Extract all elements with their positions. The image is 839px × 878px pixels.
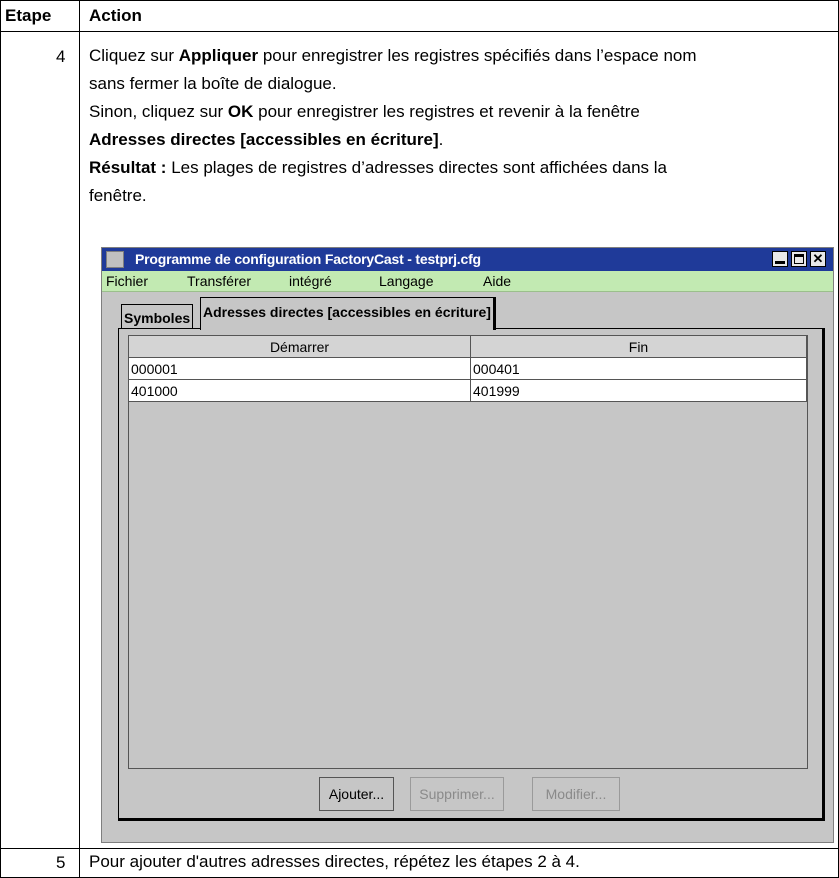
add-button[interactable]: Ajouter...: [319, 777, 394, 811]
text: Cliquez sur: [89, 46, 179, 65]
step-4-line-1: Cliquez sur Appliquer pour enregistrer l…: [89, 42, 829, 70]
table-header-divider: [0, 31, 839, 32]
title-bar: Programme de configuration FactoryCast -…: [102, 248, 833, 271]
table-border-top: [0, 0, 839, 1]
step-number: 5: [56, 853, 66, 872]
column-header-fin[interactable]: Fin: [471, 336, 807, 358]
text: .: [438, 130, 444, 149]
delete-button[interactable]: Supprimer...: [410, 777, 504, 811]
step-4-line-3: Sinon, cliquez sur OK pour enregistrer l…: [89, 98, 829, 126]
menu-aide[interactable]: Aide: [483, 272, 511, 290]
step-4-line-4: Adresses directes [accessibles en écritu…: [89, 126, 829, 154]
menu-bar: Fichier Transférer intégré Langage Aide: [102, 271, 833, 292]
steps-table: Etape Action 4 Cliquez sur Appliquer pou…: [0, 0, 839, 878]
bold-text: Résultat :: [89, 158, 167, 177]
text: pour enregistrer les registres et reveni…: [253, 102, 640, 121]
minimize-icon[interactable]: [772, 251, 788, 267]
app-icon: [106, 251, 124, 268]
table-cell[interactable]: 000401: [471, 358, 807, 380]
bold-text: Appliquer: [178, 46, 259, 65]
config-dialog-window: Programme de configuration FactoryCast -…: [101, 247, 834, 843]
step-5-text: Pour ajouter d'autres adresses directes,…: [89, 852, 580, 871]
tab-panel: Démarrer Fin 000001 000401 401000 401999…: [118, 328, 825, 821]
column-header-demarrer[interactable]: Démarrer: [129, 336, 471, 358]
maximize-icon[interactable]: [791, 251, 807, 267]
table-border-left: [0, 0, 1, 878]
table-column-divider: [79, 0, 80, 878]
step-4-line-5: Résultat : Les plages de registres d’adr…: [89, 154, 829, 182]
bold-text: OK: [227, 102, 254, 121]
menu-fichier[interactable]: Fichier: [106, 272, 148, 290]
tab-symboles[interactable]: Symboles: [121, 304, 194, 329]
window-title: Programme de configuration FactoryCast -…: [135, 251, 481, 267]
table-cell[interactable]: 401999: [471, 380, 807, 402]
menu-transferer[interactable]: Transférer: [187, 272, 251, 290]
tab-adresses-directes[interactable]: Adresses directes [accessibles en écritu…: [200, 297, 496, 330]
header-step: Etape: [5, 6, 52, 25]
header-action: Action: [89, 6, 142, 25]
text: Les plages de registres d’adresses direc…: [166, 158, 667, 177]
step-4-line-2: sans fermer la boîte de dialogue.: [89, 70, 829, 98]
text: sans fermer la boîte de dialogue.: [89, 74, 337, 93]
step-number: 4: [56, 47, 66, 66]
text: pour enregistrer les registres spécifiés…: [258, 46, 697, 65]
bold-text: Adresses directes [accessibles en écritu…: [89, 130, 439, 149]
close-icon[interactable]: ✕: [810, 251, 826, 267]
table-cell[interactable]: 000001: [129, 358, 471, 380]
text: Sinon, cliquez sur: [89, 102, 228, 121]
table-cell[interactable]: 401000: [129, 380, 471, 402]
address-range-grid: Démarrer Fin 000001 000401 401000 401999: [128, 335, 808, 769]
modify-button[interactable]: Modifier...: [532, 777, 620, 811]
text: fenêtre.: [89, 186, 147, 205]
step-4-line-6: fenêtre.: [89, 182, 829, 210]
menu-langage[interactable]: Langage: [379, 272, 434, 290]
menu-integre[interactable]: intégré: [289, 272, 332, 290]
